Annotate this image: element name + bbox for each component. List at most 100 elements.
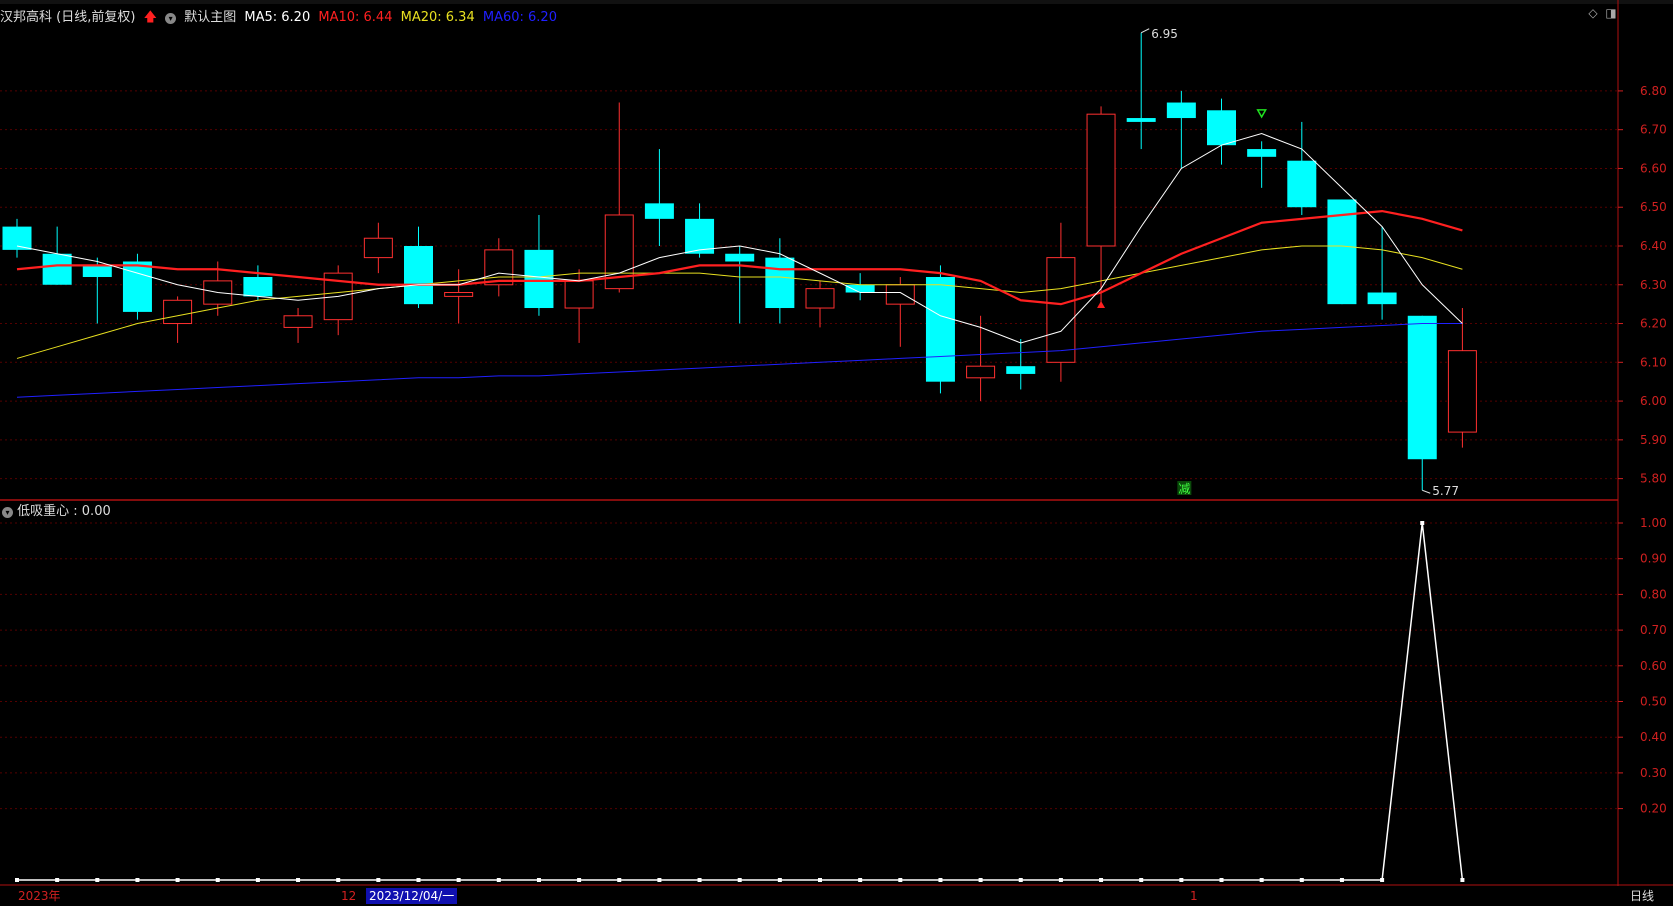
indicator-point <box>1018 878 1023 882</box>
indicator-tick-label: 0.80 <box>1640 587 1667 601</box>
month-12-label: 12 <box>341 889 357 903</box>
indicator-tick-label: 0.20 <box>1640 802 1667 816</box>
candle-body-down <box>1367 292 1397 305</box>
indicator-point <box>175 878 180 882</box>
indicator-point <box>697 878 702 882</box>
candle-body-down <box>1006 366 1036 374</box>
indicator-point <box>536 878 541 882</box>
indicator-tick-label: 1.00 <box>1640 516 1667 530</box>
price-tick-label: 6.00 <box>1640 394 1667 408</box>
indicator-point <box>55 878 60 882</box>
indicator-point <box>336 878 341 882</box>
indicator-tick-label: 0.70 <box>1640 623 1667 637</box>
candle-body-up <box>564 280 594 309</box>
candle-body-down <box>1247 149 1277 157</box>
indicator-point <box>496 878 501 882</box>
candle-body-up <box>163 299 193 325</box>
indicator-point <box>15 878 19 882</box>
indicator-tick-label: 0.40 <box>1640 730 1667 744</box>
chart-canvas[interactable]: 6.80 6.70 6.60 6.50 6.40 6.30 6.20 6.10 6.00 5.90… <box>0 0 1673 886</box>
candle-body-down <box>1207 110 1236 146</box>
indicator-point <box>1259 878 1264 882</box>
indicator-tick-label: 0.30 <box>1640 766 1667 780</box>
candle-body-down <box>845 284 875 293</box>
candle-body-up <box>444 292 474 297</box>
candle-body-down <box>524 249 554 309</box>
indicator-point <box>1299 878 1304 882</box>
high-price-label: 6.95 <box>1151 27 1178 41</box>
candle-body-up <box>484 249 514 286</box>
indicator-tick-label: 0.90 <box>1640 552 1667 566</box>
indicator-point <box>617 878 622 882</box>
ma60-line <box>16 323 1463 398</box>
price-tick-label: 6.40 <box>1640 239 1667 253</box>
candle-body-down <box>404 245 433 305</box>
candle-body-down <box>925 277 955 382</box>
candle-body-up <box>1086 113 1116 247</box>
price-tick-label: 6.10 <box>1640 355 1667 369</box>
indicator-point <box>416 878 421 882</box>
high-pointer <box>1140 28 1150 34</box>
indicator-point <box>1099 878 1104 882</box>
indicator-point <box>577 878 582 882</box>
candle-body-up <box>363 237 393 259</box>
price-tick-label: 5.90 <box>1640 433 1667 447</box>
candle-body-down <box>725 253 755 262</box>
indicator-point <box>1380 878 1385 882</box>
candle-body-up <box>1046 257 1076 363</box>
cursor-date-box: 2023/12/04/一 <box>366 888 458 904</box>
price-tick-label: 6.80 <box>1640 84 1667 98</box>
candle-body-down <box>1126 118 1156 122</box>
indicator-point <box>95 878 100 882</box>
indicator-tick-label: 0.50 <box>1640 695 1667 709</box>
indicator-point <box>1420 521 1425 525</box>
candle-body-up <box>966 365 996 379</box>
candle-body-down <box>243 277 273 297</box>
indicator-point <box>777 878 782 882</box>
indicator-point <box>1219 878 1224 882</box>
time-axis-bar: 2023年 12 2023/12/04/一 1 日线 <box>0 886 1673 906</box>
indicator-point <box>858 878 863 882</box>
price-tick-label: 6.30 <box>1640 278 1667 292</box>
price-tick-label: 6.60 <box>1640 161 1667 175</box>
indicator-point <box>1460 878 1465 882</box>
indicator-point <box>657 878 662 882</box>
indicator-point <box>818 878 822 882</box>
candle-body-down <box>42 253 72 285</box>
period-tab-daily[interactable]: 日线 <box>1630 888 1654 904</box>
indicator-point <box>456 878 461 882</box>
indicator-point <box>1058 878 1063 882</box>
low-pointer <box>1422 489 1431 494</box>
indicator-point <box>1339 878 1344 882</box>
reduce-marker: 减 <box>1178 482 1190 496</box>
indicator-point <box>1179 878 1184 882</box>
candle-body-up <box>283 315 313 328</box>
indicator-point <box>255 878 260 882</box>
candle-body-up <box>1447 350 1477 433</box>
buy-arrow-icon <box>1097 301 1106 309</box>
year-label: 2023年 <box>18 889 61 903</box>
price-tick-label: 6.50 <box>1640 200 1667 214</box>
indicator-point <box>978 878 983 882</box>
price-tick-label: 5.80 <box>1640 472 1667 486</box>
indicator-point <box>898 878 903 882</box>
candle-body-down <box>1287 160 1317 208</box>
indicator-point <box>938 878 943 882</box>
indicator-point <box>376 878 381 882</box>
candle-body-up <box>805 288 835 309</box>
indicator-point <box>737 878 742 882</box>
indicator-point <box>1139 878 1144 882</box>
candle-body-down <box>1407 315 1437 460</box>
low-price-label: 5.77 <box>1432 484 1459 498</box>
candle-body-down <box>1166 102 1196 119</box>
indicator-point <box>135 878 140 882</box>
candle-body-down <box>644 203 674 219</box>
candle-body-up <box>885 284 915 305</box>
sell-arrow-icon <box>1256 109 1267 119</box>
indicator-tick-label: 0.60 <box>1640 659 1667 673</box>
indicator-point <box>296 878 301 882</box>
price-tick-label: 6.70 <box>1640 123 1667 137</box>
month-1-label: 1 <box>1190 889 1198 903</box>
candle-body-down <box>82 265 112 278</box>
indicator-point <box>215 878 220 882</box>
